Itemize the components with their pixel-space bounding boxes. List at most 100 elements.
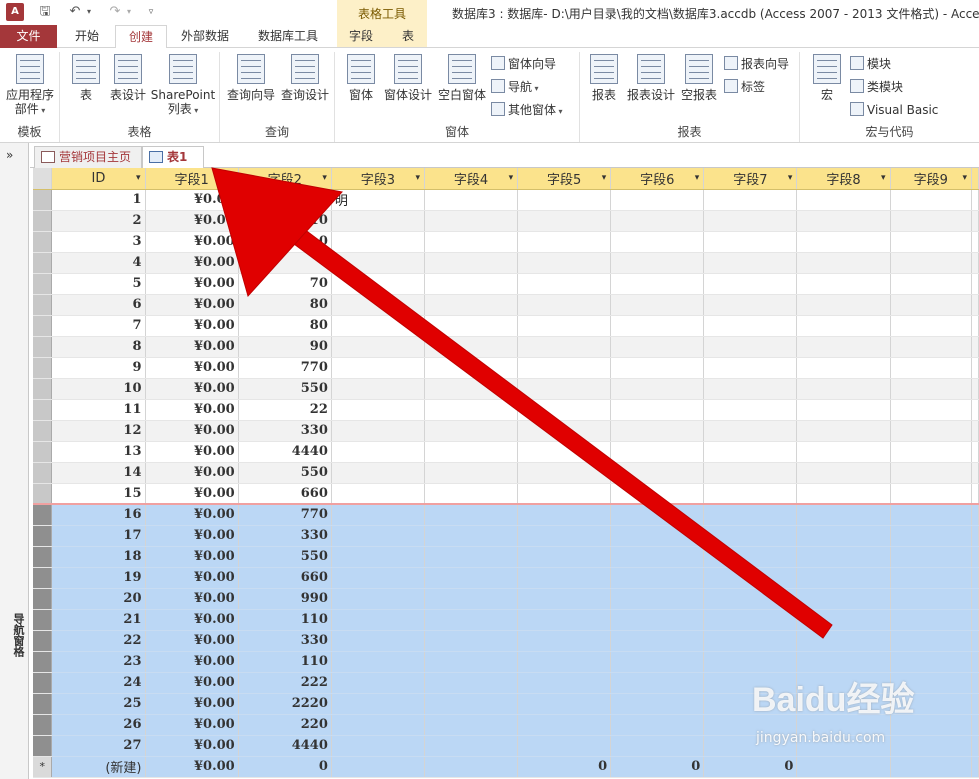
cell-field4[interactable] xyxy=(424,756,519,778)
cell-field2[interactable]: 660 xyxy=(238,483,332,505)
cell-field6[interactable]: 0 xyxy=(610,756,705,778)
table-row[interactable]: 5 ¥0.00 70 xyxy=(33,273,979,295)
cell-field6[interactable] xyxy=(610,672,705,694)
cell-field8[interactable] xyxy=(796,336,891,358)
cell-id[interactable]: 8 xyxy=(51,336,146,358)
cell-field3[interactable] xyxy=(331,588,426,610)
cell-field2[interactable]: 0 xyxy=(238,756,332,778)
cell-field4[interactable] xyxy=(424,273,519,295)
row-selector[interactable] xyxy=(33,315,53,337)
cell-field8[interactable] xyxy=(796,210,891,232)
row-selector[interactable] xyxy=(33,525,53,547)
cell-field4[interactable] xyxy=(424,420,519,442)
cell-field4[interactable] xyxy=(424,609,519,631)
cell-field4[interactable] xyxy=(424,210,519,232)
table-row[interactable]: 17 ¥0.00 330 xyxy=(33,525,979,547)
cell-field9[interactable] xyxy=(890,252,973,274)
cell-id[interactable]: (新建) xyxy=(51,756,146,778)
cell-field4[interactable] xyxy=(424,315,519,337)
cell-field7[interactable] xyxy=(703,231,798,253)
cell-field8[interactable] xyxy=(796,546,891,568)
cell-field1[interactable]: ¥0.00 xyxy=(145,503,239,526)
access-app-icon[interactable]: A xyxy=(6,3,24,21)
cell-field4[interactable] xyxy=(424,252,519,274)
cell-id[interactable]: 15 xyxy=(51,483,146,505)
cell-field2[interactable]: 660 xyxy=(238,567,332,589)
cell-field3[interactable] xyxy=(331,441,426,463)
cell-field8[interactable] xyxy=(796,525,891,547)
cell-field3[interactable] xyxy=(331,756,426,778)
column-header-id[interactable]: ID ▾ xyxy=(51,168,146,190)
row-selector[interactable] xyxy=(33,378,53,400)
tab-file[interactable]: 文件 xyxy=(0,25,57,48)
cell-field6[interactable] xyxy=(610,588,705,610)
column-header-field9[interactable]: 字段9 ▾ xyxy=(890,168,973,190)
table-row[interactable]: 4 ¥0.00 xyxy=(33,252,979,274)
cell-field4[interactable] xyxy=(424,483,519,505)
cell-field1[interactable]: ¥0.00 xyxy=(145,189,239,211)
cell-field7[interactable] xyxy=(703,294,798,316)
cell-field4[interactable] xyxy=(424,231,519,253)
cell-field3[interactable] xyxy=(331,714,426,736)
cell-field2[interactable]: 110 xyxy=(238,651,332,673)
cell-field4[interactable] xyxy=(424,714,519,736)
cell-field2[interactable]: 330 xyxy=(238,630,332,652)
cell-field6[interactable] xyxy=(610,609,705,631)
cell-field4[interactable] xyxy=(424,189,519,211)
table-button[interactable]: 表 xyxy=(68,54,104,102)
cell-field9[interactable] xyxy=(890,441,973,463)
cell-field8[interactable] xyxy=(796,567,891,589)
cell-field7[interactable] xyxy=(703,567,798,589)
cell-field8[interactable] xyxy=(796,294,891,316)
cell-field9[interactable] xyxy=(890,189,973,211)
form-design-button[interactable]: 窗体设计 xyxy=(381,54,435,102)
cell-field8[interactable] xyxy=(796,503,891,526)
cell-field8[interactable] xyxy=(796,189,891,211)
cell-field9[interactable] xyxy=(890,420,973,442)
cell-field4[interactable] xyxy=(424,357,519,379)
cell-field4[interactable] xyxy=(424,735,519,757)
cell-field6[interactable] xyxy=(610,420,705,442)
row-selector[interactable] xyxy=(33,189,53,211)
cell-field1[interactable]: ¥0.00 xyxy=(145,588,239,610)
cell-field4[interactable] xyxy=(424,651,519,673)
macro-button[interactable]: 宏 xyxy=(810,54,844,102)
cell-field6[interactable] xyxy=(610,273,705,295)
cell-field3[interactable] xyxy=(331,693,426,715)
cell-id[interactable]: 9 xyxy=(51,357,146,379)
tab-external-data[interactable]: 外部数据 xyxy=(170,25,240,48)
cell-field7[interactable] xyxy=(703,609,798,631)
table-row[interactable]: 18 ¥0.00 550 xyxy=(33,546,979,568)
cell-field6[interactable] xyxy=(610,315,705,337)
cell-field5[interactable] xyxy=(517,294,612,316)
table-row[interactable]: 1 ¥0.00 12 明 xyxy=(33,189,979,211)
cell-id[interactable]: 22 xyxy=(51,630,146,652)
column-header-field2[interactable]: 字段2 ▾ xyxy=(238,168,332,190)
cell-field1[interactable]: ¥0.00 xyxy=(145,441,239,463)
cell-field5[interactable] xyxy=(517,399,612,421)
cell-field9[interactable] xyxy=(890,567,973,589)
cell-field7[interactable] xyxy=(703,273,798,295)
cell-field7[interactable] xyxy=(703,189,798,211)
cell-field6[interactable] xyxy=(610,441,705,463)
cell-field1[interactable]: ¥0.00 xyxy=(145,231,239,253)
cell-field3[interactable]: 明 xyxy=(331,189,426,211)
new-record-marker[interactable]: * xyxy=(33,756,53,778)
column-header-field1[interactable]: 字段1 ▾ xyxy=(145,168,239,190)
cell-field1[interactable]: ¥0.00 xyxy=(145,294,239,316)
cell-field2[interactable] xyxy=(238,252,332,274)
cell-field3[interactable] xyxy=(331,672,426,694)
cell-field1[interactable]: ¥0.00 xyxy=(145,651,239,673)
cell-field2[interactable]: 550 xyxy=(238,378,332,400)
column-header-field5[interactable]: 字段5 ▾ xyxy=(517,168,612,190)
row-selector[interactable] xyxy=(33,420,53,442)
cell-field9[interactable] xyxy=(890,378,973,400)
row-selector[interactable] xyxy=(33,231,53,253)
cell-field3[interactable] xyxy=(331,609,426,631)
cell-field4[interactable] xyxy=(424,672,519,694)
cell-field2[interactable]: 90 xyxy=(238,336,332,358)
cell-field6[interactable] xyxy=(610,210,705,232)
cell-field3[interactable] xyxy=(331,420,426,442)
cell-field6[interactable] xyxy=(610,567,705,589)
cell-field1[interactable]: ¥0.00 xyxy=(145,609,239,631)
